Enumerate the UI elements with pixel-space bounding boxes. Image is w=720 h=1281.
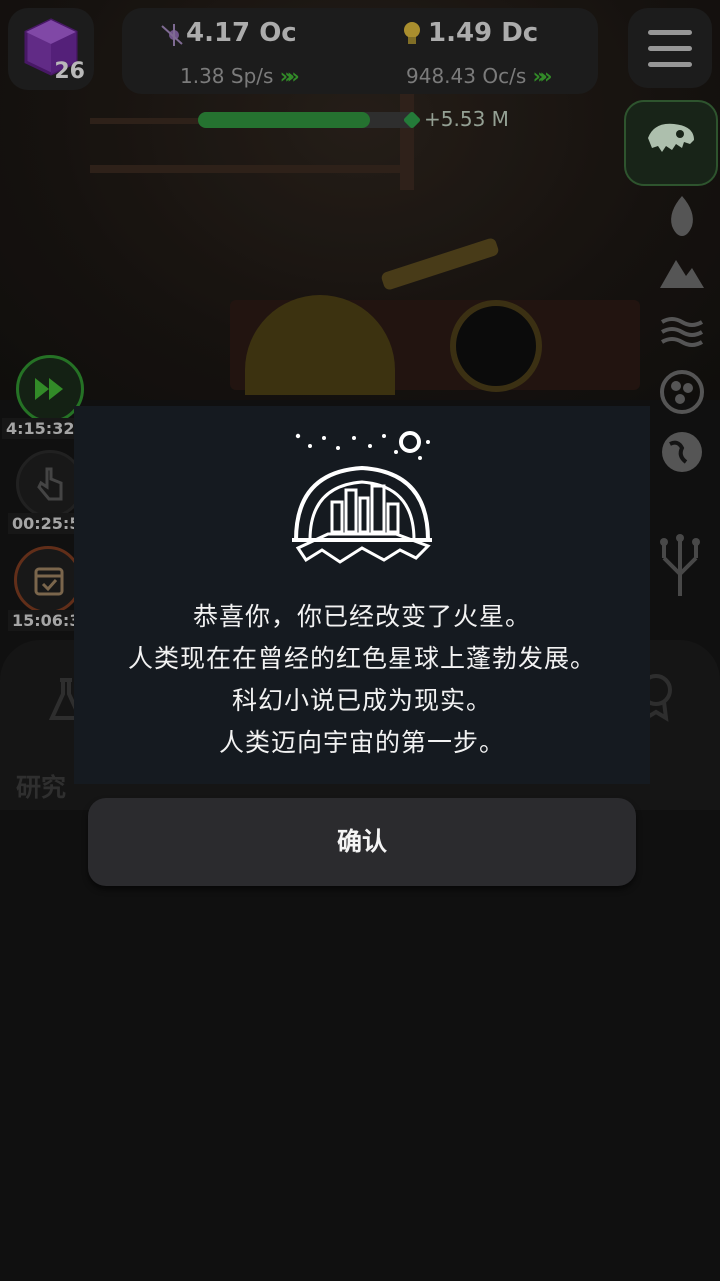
- terraformed-city-icon: [292, 431, 432, 564]
- achievement-dialog: 恭喜你，你已经改变了火星。 人类现在在曾经的红色星球上蓬勃发展。 科幻小说已成为…: [74, 406, 650, 784]
- message-line: 科幻小说已成为现实。: [231, 686, 492, 715]
- confirm-button[interactable]: 确认: [88, 798, 636, 886]
- message-line: 恭喜你，你已经改变了火星。: [192, 602, 531, 631]
- message-line: 人类现在在曾经的红色星球上蓬勃发展。: [127, 644, 596, 673]
- message-line: 人类迈向宇宙的第一步。: [218, 728, 505, 757]
- dialog-message: 恭喜你，你已经改变了火星。 人类现在在曾经的红色星球上蓬勃发展。 科幻小说已成为…: [74, 596, 650, 764]
